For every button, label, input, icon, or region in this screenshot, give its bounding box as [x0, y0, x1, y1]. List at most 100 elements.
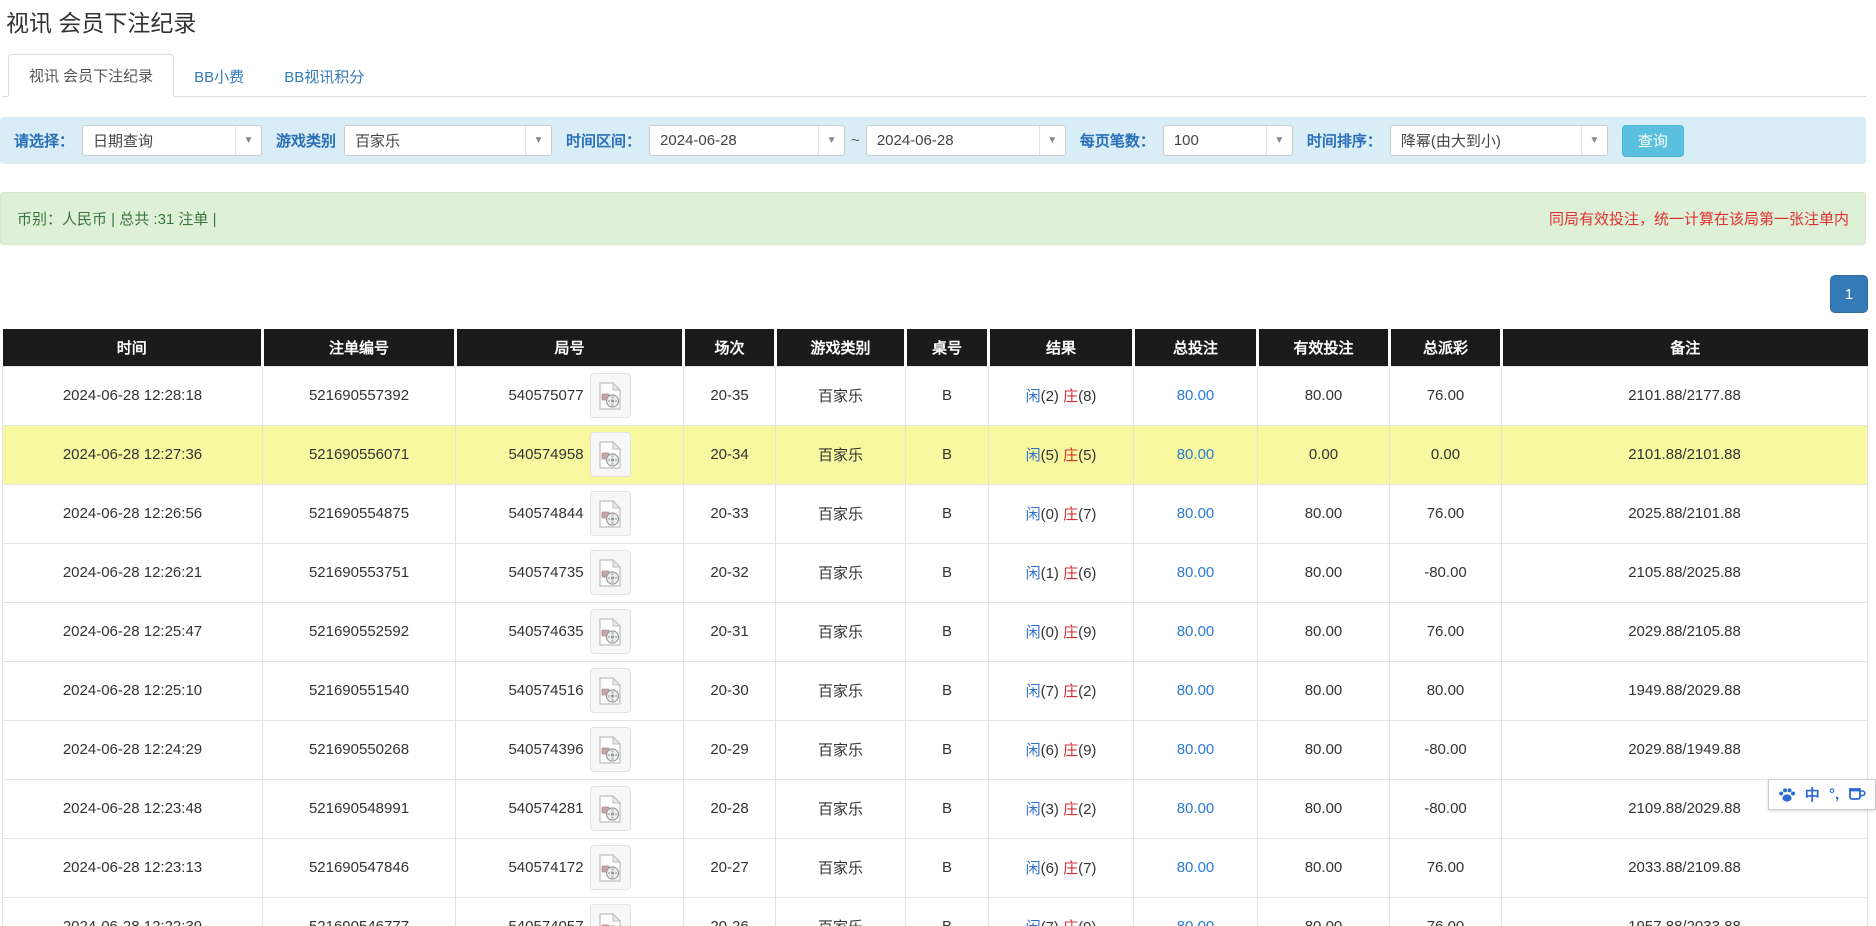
- pagination-page-1[interactable]: 1: [1830, 275, 1868, 313]
- cell-session: 20-31: [684, 602, 776, 661]
- cell-result: 闲(7) 庄(2): [989, 661, 1134, 720]
- table-row: 2024-06-28 12:26:21521690553751540574735…: [3, 543, 1868, 602]
- result-banker-label: 庄: [1059, 801, 1078, 818]
- cell-time: 2024-06-28 12:26:21: [3, 543, 263, 602]
- cell-session: 20-35: [684, 366, 776, 425]
- round-id-text: 540575077: [508, 387, 583, 404]
- round-id-wrap: 540574172: [456, 845, 683, 890]
- cell-total-bet[interactable]: 80.00: [1134, 720, 1258, 779]
- cell-table-no: B: [906, 484, 989, 543]
- cell-game-type: 百家乐: [776, 661, 906, 720]
- game-type-select[interactable]: 百家乐 ▼: [344, 125, 552, 156]
- video-replay-icon[interactable]: [590, 668, 631, 713]
- result-banker-score: (7): [1078, 860, 1096, 877]
- cell-time: 2024-06-28 12:23:48: [3, 779, 263, 838]
- result-player-label: 闲: [1026, 506, 1041, 523]
- total-bet-link[interactable]: 80.00: [1177, 918, 1215, 926]
- total-bet-link[interactable]: 80.00: [1177, 741, 1215, 758]
- cell-table-no: B: [906, 897, 989, 926]
- result-banker-label: 庄: [1059, 742, 1078, 759]
- total-bet-link[interactable]: 80.00: [1177, 387, 1215, 404]
- video-replay-icon[interactable]: [590, 786, 631, 831]
- video-replay-icon[interactable]: [590, 432, 631, 477]
- cell-total-bet[interactable]: 80.00: [1134, 897, 1258, 926]
- cell-time: 2024-06-28 12:27:36: [3, 425, 263, 484]
- sort-label: 时间排序：: [1307, 130, 1382, 151]
- cell-bet-id: 521690547846: [263, 838, 456, 897]
- column-header-2: 局号: [456, 329, 684, 366]
- date-to-select[interactable]: 2024-06-28 ▼: [866, 125, 1066, 156]
- cell-game-type: 百家乐: [776, 897, 906, 926]
- cell-total-bet[interactable]: 80.00: [1134, 602, 1258, 661]
- result-banker-label: 庄: [1059, 506, 1078, 523]
- cell-payout: 76.00: [1390, 897, 1502, 926]
- page-title: 视讯 会员下注纪录: [6, 4, 1876, 38]
- video-replay-icon[interactable]: [590, 904, 631, 926]
- cell-total-bet[interactable]: 80.00: [1134, 661, 1258, 720]
- result-banker-label: 庄: [1059, 447, 1078, 464]
- cell-bet-id: 521690557392: [263, 366, 456, 425]
- cell-total-bet[interactable]: 80.00: [1134, 543, 1258, 602]
- total-bet-link[interactable]: 80.00: [1177, 623, 1215, 640]
- total-bet-link[interactable]: 80.00: [1177, 800, 1215, 817]
- cell-round-id: 540575077: [456, 366, 684, 425]
- cell-valid-bet: 80.00: [1258, 366, 1390, 425]
- video-replay-icon[interactable]: [590, 609, 631, 654]
- video-file-icon: [598, 500, 622, 528]
- cell-game-type: 百家乐: [776, 425, 906, 484]
- cell-result: 闲(6) 庄(7): [989, 838, 1134, 897]
- cell-game-type: 百家乐: [776, 543, 906, 602]
- cup-icon[interactable]: [1848, 787, 1866, 802]
- result-player-label: 闲: [1026, 860, 1041, 877]
- video-replay-icon[interactable]: [590, 491, 631, 536]
- cell-total-bet[interactable]: 80.00: [1134, 838, 1258, 897]
- cell-total-bet[interactable]: 80.00: [1134, 425, 1258, 484]
- cell-note: 2029.88/2105.88: [1502, 602, 1868, 661]
- translate-zhong-button[interactable]: 中: [1805, 784, 1820, 805]
- cell-time: 2024-06-28 12:23:13: [3, 838, 263, 897]
- result-banker-score: (9): [1078, 624, 1096, 641]
- result-banker-label: 庄: [1059, 624, 1078, 641]
- cell-session: 20-34: [684, 425, 776, 484]
- cell-time: 2024-06-28 12:24:29: [3, 720, 263, 779]
- search-button[interactable]: 查询: [1622, 125, 1684, 157]
- round-id-wrap: 540574958: [456, 432, 683, 477]
- total-bet-link[interactable]: 80.00: [1177, 564, 1215, 581]
- total-bet-link[interactable]: 80.00: [1177, 446, 1215, 463]
- pagination-row: 1: [0, 245, 1876, 329]
- round-id-text: 540574172: [508, 859, 583, 876]
- quote-punct-button[interactable]: °,: [1829, 786, 1839, 803]
- video-replay-icon[interactable]: [590, 727, 631, 772]
- query-type-select[interactable]: 日期查询 ▼: [82, 125, 262, 156]
- date-from-select[interactable]: 2024-06-28 ▼: [649, 125, 845, 156]
- round-id-wrap: 540574396: [456, 727, 683, 772]
- cell-bet-id: 521690548991: [263, 779, 456, 838]
- video-replay-icon[interactable]: [590, 550, 631, 595]
- total-bet-link[interactable]: 80.00: [1177, 859, 1215, 876]
- result-banker-score: (9): [1078, 919, 1096, 926]
- column-header-5: 桌号: [906, 329, 989, 366]
- cell-total-bet[interactable]: 80.00: [1134, 484, 1258, 543]
- round-id-wrap: 540574735: [456, 550, 683, 595]
- paw-icon[interactable]: [1778, 787, 1796, 803]
- total-bet-link[interactable]: 80.00: [1177, 505, 1215, 522]
- tab-bb-points[interactable]: BB视讯积分: [264, 56, 384, 97]
- tab-betting-records[interactable]: 视讯 会员下注纪录: [8, 54, 174, 97]
- cell-total-bet[interactable]: 80.00: [1134, 779, 1258, 838]
- cell-valid-bet: 80.00: [1258, 838, 1390, 897]
- cell-total-bet[interactable]: 80.00: [1134, 366, 1258, 425]
- cell-game-type: 百家乐: [776, 602, 906, 661]
- cell-game-type: 百家乐: [776, 838, 906, 897]
- sort-select[interactable]: 降幂(由大到小) ▼: [1390, 125, 1608, 156]
- page-size-select[interactable]: 100 ▼: [1163, 125, 1293, 156]
- total-bet-link[interactable]: 80.00: [1177, 682, 1215, 699]
- video-replay-icon[interactable]: [590, 845, 631, 890]
- cell-note: 2101.88/2101.88: [1502, 425, 1868, 484]
- result-banker-label: 庄: [1059, 860, 1078, 877]
- cell-payout: -80.00: [1390, 543, 1502, 602]
- video-file-icon: [598, 736, 622, 764]
- video-replay-icon[interactable]: [590, 373, 631, 418]
- tab-bb-tips[interactable]: BB小费: [174, 56, 264, 97]
- column-header-3: 场次: [684, 329, 776, 366]
- cell-round-id: 540574635: [456, 602, 684, 661]
